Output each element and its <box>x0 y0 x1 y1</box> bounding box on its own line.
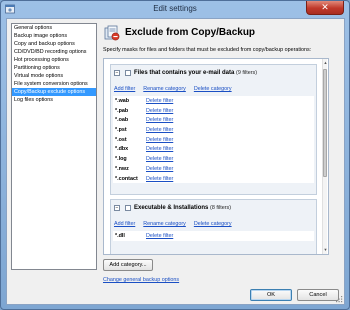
filter-row: *.contact Delete filter <box>113 174 314 184</box>
category-header: − Files that contains your e-mail data (9… <box>114 70 257 78</box>
category-actions: Add filter Rename category Delete category <box>114 221 240 227</box>
filter-row: *.pst Delete filter <box>113 125 314 135</box>
delete-filter-link[interactable]: Delete filter <box>146 176 173 182</box>
page-description: Specify masks for files and folders that… <box>103 47 312 53</box>
main-panel: Exclude from Copy/Backup Specify masks f… <box>101 19 344 306</box>
change-backup-options-link[interactable]: Change general backup options <box>103 277 179 283</box>
category-checkbox[interactable] <box>125 205 131 211</box>
cancel-button[interactable]: Cancel <box>297 289 339 301</box>
add-filter-link[interactable]: Add filter <box>114 221 135 227</box>
add-filter-link[interactable]: Add filter <box>114 86 135 92</box>
vertical-scrollbar[interactable]: ▲ ▼ <box>322 59 327 254</box>
filter-row: *.wab Delete filter <box>113 96 314 106</box>
filter-mask: *.pab <box>115 107 129 114</box>
filter-mask: *.contact <box>115 175 138 182</box>
filter-count: (9 filters) <box>236 70 257 76</box>
filter-row: *.dbx Delete filter <box>113 144 314 154</box>
filter-mask: *.dbx <box>115 146 129 153</box>
scroll-thumb[interactable] <box>323 69 327 177</box>
delete-filter-link[interactable]: Delete filter <box>146 137 173 143</box>
title-bar[interactable]: Edit settings ✕ <box>1 1 349 18</box>
category-checkbox[interactable] <box>125 70 131 76</box>
category-actions: Add filter Rename category Delete category <box>114 86 240 92</box>
page-title: Exclude from Copy/Backup <box>125 27 256 38</box>
sidebar-item-copy-backup[interactable]: Copy and backup options <box>12 40 96 48</box>
window-title: Edit settings <box>153 4 197 13</box>
filter-mask: *.wab <box>115 98 130 104</box>
edit-settings-window: Edit settings ✕ General options Backup i… <box>0 0 350 310</box>
sidebar-item-virtual-mode[interactable]: Virtual mode options <box>12 72 96 80</box>
exclude-files-icon <box>104 25 120 41</box>
sidebar-item-exclude[interactable]: Copy/Backup exclude options <box>12 88 96 96</box>
delete-filter-link[interactable]: Delete filter <box>146 127 173 133</box>
splitter[interactable] <box>98 23 100 270</box>
category-name: Files that contains your e-mail data <box>134 70 235 76</box>
collapse-toggle[interactable]: − <box>114 70 120 76</box>
sidebar-item-log-files[interactable]: Log files options <box>12 96 96 104</box>
delete-filter-link[interactable]: Delete filter <box>146 117 173 123</box>
dialog-body: General options Backup image options Cop… <box>6 18 345 305</box>
sidebar-item-backup-image[interactable]: Backup image options <box>12 32 96 40</box>
delete-filter-link[interactable]: Delete filter <box>146 108 173 114</box>
exclude-list[interactable]: − Files that contains your e-mail data (9… <box>103 58 329 255</box>
sidebar-item-recording[interactable]: CD/DVD/BD recording options <box>12 48 96 56</box>
filter-list: *.dll Delete filter <box>113 231 314 241</box>
ok-button[interactable]: OK <box>250 289 292 301</box>
delete-category-link[interactable]: Delete category <box>194 221 232 227</box>
sidebar-item-general[interactable]: General options <box>12 24 96 32</box>
category-name: Executable & Installations <box>134 205 209 211</box>
collapse-toggle[interactable]: − <box>114 205 120 211</box>
filter-mask: *.oab <box>115 117 129 124</box>
category-email-data: − Files that contains your e-mail data (9… <box>110 64 317 195</box>
sidebar-item-fs-conversion[interactable]: File system conversion options <box>12 80 96 88</box>
rename-category-link[interactable]: Rename category <box>143 86 186 92</box>
filter-mask: *.ost <box>115 136 127 143</box>
add-category-button[interactable]: Add category... <box>103 259 153 271</box>
delete-filter-link[interactable]: Delete filter <box>146 146 173 152</box>
delete-filter-link[interactable]: Delete filter <box>146 233 173 239</box>
delete-filter-link[interactable]: Delete filter <box>146 98 173 104</box>
filter-mask: *.nwz <box>115 165 129 172</box>
close-button[interactable]: ✕ <box>306 1 344 15</box>
filter-mask: *.dll <box>115 233 125 239</box>
scroll-up-icon[interactable]: ▲ <box>323 60 328 66</box>
sidebar-item-partitioning[interactable]: Partitioning options <box>12 64 96 72</box>
delete-filter-link[interactable]: Delete filter <box>146 156 173 162</box>
filter-mask: *.log <box>115 156 127 163</box>
options-tree[interactable]: General options Backup image options Cop… <box>11 23 97 270</box>
filter-row: *.pab Delete filter <box>113 106 314 116</box>
filter-row: *.nwz Delete filter <box>113 164 314 174</box>
filter-list: *.wab Delete filter *.pab Delete filter *.… <box>113 96 314 184</box>
filter-row: *.log Delete filter <box>113 154 314 164</box>
filter-row: *.ost Delete filter <box>113 135 314 145</box>
filter-row: *.oab Delete filter <box>113 115 314 125</box>
filter-count: (8 filters) <box>210 205 231 211</box>
scroll-down-icon[interactable]: ▼ <box>323 247 328 253</box>
delete-category-link[interactable]: Delete category <box>194 86 232 92</box>
category-header: − Executable & Installations (8 filters) <box>114 205 231 213</box>
filter-row: *.dll Delete filter <box>113 231 314 241</box>
filter-mask: *.pst <box>115 127 127 134</box>
resize-grip-icon[interactable] <box>335 295 343 303</box>
delete-filter-link[interactable]: Delete filter <box>146 166 173 172</box>
category-executables: − Executable & Installations (8 filters) … <box>110 199 317 254</box>
sidebar-item-hot-processing[interactable]: Hot processing options <box>12 56 96 64</box>
rename-category-link[interactable]: Rename category <box>143 221 186 227</box>
